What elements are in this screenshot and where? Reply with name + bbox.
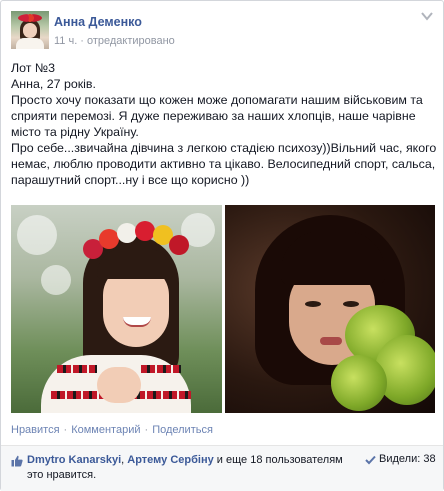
author-name-link[interactable]: Анна Деменко bbox=[54, 15, 142, 29]
post-text-line: Про себе...звичайна дівчина з легкою ста… bbox=[11, 141, 437, 187]
wreath-flower bbox=[169, 235, 189, 255]
wreath-flower bbox=[117, 223, 137, 243]
checkmark-icon bbox=[365, 455, 376, 465]
post-photos bbox=[11, 205, 435, 413]
likes-and-others[interactable]: и еще 18 пользователям bbox=[217, 454, 343, 466]
post-text-line: Просто хочу показати що кожен може допом… bbox=[11, 93, 423, 139]
likes-comma: , bbox=[121, 454, 125, 466]
post-meta: 11 ч. · отредактировано bbox=[54, 35, 175, 47]
meta-separator: · bbox=[80, 35, 84, 47]
thumbs-up-icon bbox=[11, 455, 23, 467]
action-separator: · bbox=[63, 424, 68, 436]
like-link[interactable]: Нравится bbox=[11, 424, 60, 436]
foliage-decor bbox=[331, 355, 387, 411]
shirt-embroidery bbox=[57, 365, 97, 373]
shirt-embroidery bbox=[141, 365, 181, 373]
blossom-decor bbox=[17, 215, 57, 255]
avatar-face bbox=[23, 23, 37, 38]
photo-girl-portrait[interactable] bbox=[225, 205, 435, 413]
wreath-flower bbox=[135, 221, 155, 241]
photo2-lips bbox=[320, 337, 342, 345]
comment-link[interactable]: Комментарий bbox=[71, 424, 140, 436]
avatar-wreath bbox=[18, 14, 42, 22]
post-text: Лот №3 Анна, 27 років. Просто хочу показ… bbox=[11, 60, 437, 188]
photo2-eye bbox=[305, 301, 321, 307]
chevron-down-icon[interactable] bbox=[421, 11, 433, 21]
likes-summary: Dmytro Kanarskyi, Артему Сербіну и еще 1… bbox=[27, 453, 355, 483]
seen-count[interactable]: Видели: 38 bbox=[379, 453, 436, 465]
post-actions: Нравится · Комментарий · Поделиться bbox=[11, 424, 213, 436]
photo-girl-wreath[interactable] bbox=[11, 205, 222, 413]
flower-wreath bbox=[83, 221, 193, 261]
photo1-hands bbox=[97, 367, 141, 403]
share-link[interactable]: Поделиться bbox=[152, 424, 213, 436]
post-card: Анна Деменко 11 ч. · отредактировано Лот №… bbox=[0, 0, 444, 491]
post-footer: Dmytro Kanarskyi, Артему Сербіну и еще 1… bbox=[1, 445, 443, 491]
photo2-eye bbox=[343, 301, 359, 307]
author-avatar[interactable] bbox=[11, 11, 49, 49]
action-separator: · bbox=[144, 424, 149, 436]
liker-link[interactable]: Dmytro Kanarskyi bbox=[27, 454, 121, 466]
post-timestamp[interactable]: 11 ч. bbox=[54, 35, 77, 47]
post-text-line: Анна, 27 років. bbox=[11, 77, 96, 91]
blossom-decor bbox=[41, 265, 71, 295]
post-header: Анна Деменко 11 ч. · отредактировано bbox=[11, 11, 435, 51]
post-text-line: Лот №3 bbox=[11, 61, 56, 75]
liker-link[interactable]: Артему Сербіну bbox=[127, 454, 213, 466]
photo2-bangs bbox=[281, 231, 385, 285]
wreath-flower bbox=[99, 229, 119, 249]
edited-label[interactable]: отредактировано bbox=[87, 35, 175, 47]
avatar-shirt bbox=[16, 38, 44, 49]
likes-suffix: это нравится. bbox=[27, 469, 97, 481]
